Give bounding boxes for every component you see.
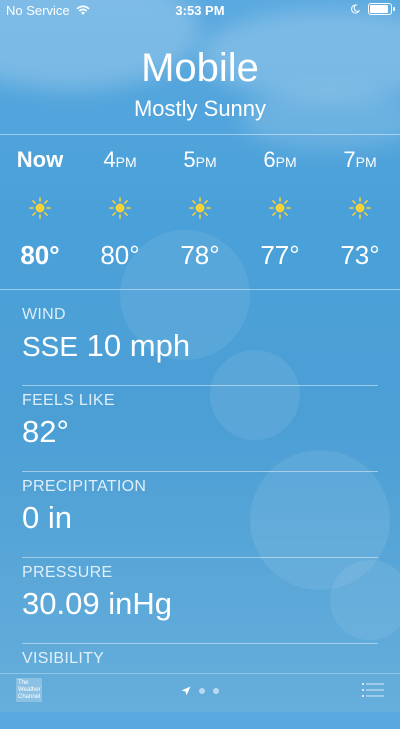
- feels-like-label: FEELS LIKE: [22, 392, 115, 409]
- hour-column: 5PM 78°: [160, 146, 240, 270]
- sun-icon: [189, 197, 211, 219]
- divider: [0, 134, 400, 135]
- precipitation-row: PRECIPITATION 0 in: [22, 472, 378, 558]
- status-time: 3:53 PM: [175, 3, 225, 18]
- wind-row: WIND SSE 10 mph: [22, 300, 378, 386]
- sun-icon: [349, 197, 371, 219]
- hour-column: 7PM 73°: [320, 146, 400, 270]
- hour-temp: 80°: [100, 240, 140, 270]
- wind-label: WIND: [22, 306, 66, 323]
- hour-label: 6PM: [263, 147, 297, 172]
- precipitation-label: PRECIPITATION: [22, 478, 147, 495]
- feels-like-value: 82°: [22, 414, 69, 449]
- pressure-row: PRESSURE 30.09 inHg: [22, 558, 378, 644]
- hour-temp: 73°: [340, 240, 380, 270]
- wind-direction: SSE: [22, 331, 79, 362]
- location-arrow-icon: [181, 686, 191, 696]
- page-dot[interactable]: [199, 688, 205, 694]
- hourly-forecast[interactable]: Now 80° 4PM 80° 5PM 78° 6PM 77° 7PM 73°: [0, 146, 400, 286]
- page-indicator[interactable]: [0, 686, 400, 696]
- visibility-label: VISIBILITY: [22, 650, 105, 667]
- sun-icon: [109, 197, 131, 219]
- hour-temp: 80°: [20, 240, 60, 270]
- pressure-label: PRESSURE: [22, 564, 113, 581]
- moon-icon: [351, 4, 360, 14]
- status-bar: No Service 3:53 PM: [0, 0, 400, 22]
- wind-speed: 10 mph: [86, 328, 191, 363]
- hour-column: Now 80°: [0, 146, 80, 270]
- battery-level: [370, 5, 388, 13]
- hour-column: 4PM 80°: [80, 146, 160, 270]
- details-list[interactable]: WIND SSE 10 mph FEELS LIKE 82° PRECIPITA…: [22, 300, 378, 729]
- weather-condition: Mostly Sunny: [133, 96, 267, 121]
- hour-label: 5PM: [183, 147, 217, 172]
- hour-label: Now: [16, 147, 64, 172]
- pressure-value: 30.09 inHg: [22, 586, 172, 621]
- divider: [0, 289, 400, 290]
- hour-temp: 78°: [180, 240, 220, 270]
- hour-temp: 77°: [260, 240, 300, 270]
- city-list-icon[interactable]: [362, 682, 384, 698]
- battery-icon: [368, 3, 395, 15]
- precipitation-value: 0 in: [22, 500, 72, 535]
- hour-label: 7PM: [343, 147, 377, 172]
- hour-label: 4PM: [103, 147, 137, 172]
- sun-icon: [269, 197, 291, 219]
- bottom-toolbar: The Weather Channel: [0, 673, 400, 712]
- hour-column: 6PM 77°: [240, 146, 320, 270]
- feels-like-row: FEELS LIKE 82°: [22, 386, 378, 472]
- city-name: Mobile: [141, 46, 259, 90]
- page-dot[interactable]: [213, 688, 219, 694]
- sun-icon: [29, 197, 51, 219]
